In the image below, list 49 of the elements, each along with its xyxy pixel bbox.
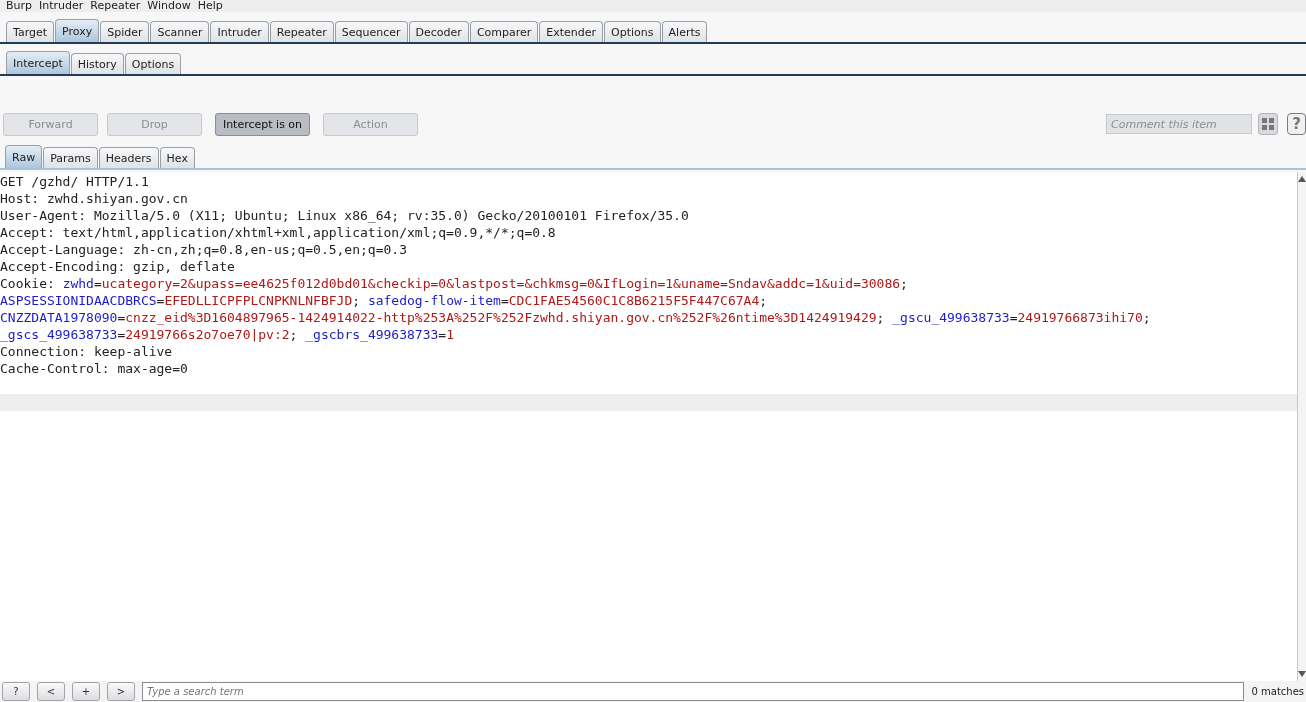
main-tab[interactable]: Scanner <box>150 21 210 42</box>
main-tab[interactable]: Repeater <box>269 21 334 42</box>
main-tab[interactable]: Options <box>604 21 661 42</box>
request-line: Connection: keep-alive <box>0 343 174 360</box>
request-line: Cookie: zwhd=ucategory=2&upass=ee4625f012d0bd01&checkip=0&lastpost=&chkmsg=0&IfLogin=1&uname=Sndav&addc=1&uid=30086; <box>0 275 909 292</box>
main-tab[interactable]: Sequencer <box>334 21 408 42</box>
action-button[interactable]: Intercept is on <box>215 112 310 136</box>
search-nav-button[interactable]: ? <box>2 682 30 701</box>
help-button[interactable]: ? <box>1287 113 1306 135</box>
message-tab[interactable]: Params <box>43 147 98 168</box>
grid-icon[interactable] <box>1258 113 1278 135</box>
comment-field[interactable]: Comment this item <box>1106 114 1252 134</box>
request-line: Cache-Control: max-age=0 <box>0 360 189 377</box>
request-line: ASPSESSIONIDAACDBRCS=EFEDLLICPFPLCNPKNLNFBFJD; safedog-flow-item=CDC1FAE54560C1C8B6215F5F447C67A4; <box>0 292 769 309</box>
sub-tab[interactable]: Intercept <box>6 51 70 74</box>
menu-item[interactable]: Repeater <box>90 0 141 12</box>
menu-item[interactable]: Intruder <box>39 0 84 12</box>
scroll-up-icon[interactable] <box>1298 176 1306 182</box>
message-tab[interactable]: Raw <box>5 145 43 168</box>
menu-item[interactable]: Help <box>197 0 223 12</box>
message-tab[interactable]: Headers <box>98 147 159 168</box>
menu-item[interactable]: Window <box>147 0 191 12</box>
main-tab[interactable]: Alerts <box>661 21 708 42</box>
main-tab[interactable]: Intruder <box>210 21 269 42</box>
request-line: Accept-Encoding: gzip, deflate <box>0 258 236 275</box>
scroll-down-icon[interactable] <box>1298 671 1306 677</box>
menu-item[interactable]: Burp <box>6 0 33 12</box>
request-line: CNZZDATA1978090=cnzz_eid%3D1604897965-1424914022-http%253A%252F%252Fzwhd.shiyan.gov.cn%252F%26ntime%3D1424919429; _gscu_499638733=24919766873ihi70; <box>0 309 1152 326</box>
scrollbar[interactable] <box>1297 172 1306 681</box>
search-nav-button[interactable]: < <box>37 682 65 701</box>
search-nav-button[interactable]: + <box>72 682 100 701</box>
message-tab[interactable]: Hex <box>159 147 195 168</box>
main-tab[interactable]: Target <box>6 21 55 42</box>
main-tab[interactable]: Spider <box>100 21 150 42</box>
match-count: 0 matches <box>1251 686 1304 697</box>
request-line: Accept: text/html,application/xhtml+xml,application/xml;q=0.9,*/*;q=0.8 <box>0 224 557 241</box>
sub-tab[interactable]: Options <box>124 53 182 74</box>
request-line: GET /gzhd/ HTTP/1.1 <box>0 173 150 190</box>
main-tab[interactable]: Comparer <box>469 21 539 42</box>
search-field[interactable]: Type a search term <box>142 682 1245 701</box>
request-line: Host: zwhd.shiyan.gov.cn <box>0 190 189 207</box>
main-tab[interactable]: Extender <box>539 21 604 42</box>
main-tab[interactable]: Decoder <box>408 21 469 42</box>
request-line: Accept-Language: zh-cn,zh;q=0.8,en-us;q=0.5,en;q=0.3 <box>0 241 408 258</box>
request-line: _gscs_499638733=24919766s2o7oe70|pv:2; _gscbrs_499638733=1 <box>0 326 455 343</box>
main-tab[interactable]: Proxy <box>55 19 100 42</box>
sub-tab[interactable]: History <box>70 53 124 74</box>
search-nav-button[interactable]: > <box>107 682 135 701</box>
request-line: User-Agent: Mozilla/5.0 (X11; Ubuntu; Linux x86_64; rv:35.0) Gecko/20100101 Firefox/35.0 <box>0 207 690 224</box>
